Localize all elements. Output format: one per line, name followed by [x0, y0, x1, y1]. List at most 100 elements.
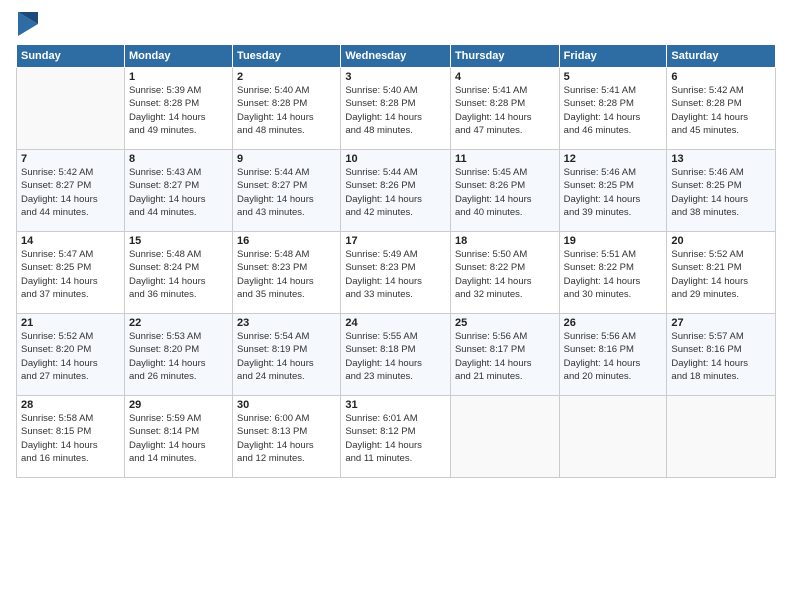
- day-number: 17: [345, 235, 446, 247]
- day-info: Sunrise: 5:56 AM Sunset: 8:17 PM Dayligh…: [455, 330, 555, 383]
- calendar-cell: 20Sunrise: 5:52 AM Sunset: 8:21 PM Dayli…: [667, 232, 776, 314]
- calendar-header-friday: Friday: [559, 45, 667, 68]
- calendar-cell: 6Sunrise: 5:42 AM Sunset: 8:28 PM Daylig…: [667, 68, 776, 150]
- calendar-cell: 7Sunrise: 5:42 AM Sunset: 8:27 PM Daylig…: [17, 150, 125, 232]
- day-number: 6: [671, 71, 771, 83]
- day-info: Sunrise: 5:52 AM Sunset: 8:20 PM Dayligh…: [21, 330, 120, 383]
- day-info: Sunrise: 5:44 AM Sunset: 8:26 PM Dayligh…: [345, 166, 446, 219]
- calendar-cell: [17, 68, 125, 150]
- day-info: Sunrise: 5:55 AM Sunset: 8:18 PM Dayligh…: [345, 330, 446, 383]
- day-number: 22: [129, 317, 228, 329]
- calendar-cell: [450, 396, 559, 478]
- calendar-cell: [667, 396, 776, 478]
- calendar-header-monday: Monday: [124, 45, 232, 68]
- day-info: Sunrise: 6:00 AM Sunset: 8:13 PM Dayligh…: [237, 412, 336, 465]
- calendar-week-row: 7Sunrise: 5:42 AM Sunset: 8:27 PM Daylig…: [17, 150, 776, 232]
- calendar-table: SundayMondayTuesdayWednesdayThursdayFrid…: [16, 44, 776, 478]
- day-info: Sunrise: 5:48 AM Sunset: 8:24 PM Dayligh…: [129, 248, 228, 301]
- day-number: 2: [237, 71, 336, 83]
- day-info: Sunrise: 5:54 AM Sunset: 8:19 PM Dayligh…: [237, 330, 336, 383]
- calendar-cell: 25Sunrise: 5:56 AM Sunset: 8:17 PM Dayli…: [450, 314, 559, 396]
- calendar-cell: 14Sunrise: 5:47 AM Sunset: 8:25 PM Dayli…: [17, 232, 125, 314]
- day-number: 9: [237, 153, 336, 165]
- day-info: Sunrise: 5:46 AM Sunset: 8:25 PM Dayligh…: [671, 166, 771, 219]
- day-info: Sunrise: 5:50 AM Sunset: 8:22 PM Dayligh…: [455, 248, 555, 301]
- day-number: 13: [671, 153, 771, 165]
- calendar-header-wednesday: Wednesday: [341, 45, 451, 68]
- calendar-cell: 28Sunrise: 5:58 AM Sunset: 8:15 PM Dayli…: [17, 396, 125, 478]
- day-info: Sunrise: 5:39 AM Sunset: 8:28 PM Dayligh…: [129, 84, 228, 137]
- calendar-week-row: 21Sunrise: 5:52 AM Sunset: 8:20 PM Dayli…: [17, 314, 776, 396]
- day-info: Sunrise: 5:56 AM Sunset: 8:16 PM Dayligh…: [564, 330, 663, 383]
- day-number: 15: [129, 235, 228, 247]
- calendar-cell: 18Sunrise: 5:50 AM Sunset: 8:22 PM Dayli…: [450, 232, 559, 314]
- day-info: Sunrise: 5:42 AM Sunset: 8:27 PM Dayligh…: [21, 166, 120, 219]
- day-number: 7: [21, 153, 120, 165]
- calendar-header-row: SundayMondayTuesdayWednesdayThursdayFrid…: [17, 45, 776, 68]
- day-info: Sunrise: 6:01 AM Sunset: 8:12 PM Dayligh…: [345, 412, 446, 465]
- logo-icon: [18, 12, 38, 36]
- day-number: 12: [564, 153, 663, 165]
- day-number: 14: [21, 235, 120, 247]
- day-number: 5: [564, 71, 663, 83]
- day-info: Sunrise: 5:46 AM Sunset: 8:25 PM Dayligh…: [564, 166, 663, 219]
- day-number: 10: [345, 153, 446, 165]
- day-number: 31: [345, 399, 446, 411]
- day-number: 11: [455, 153, 555, 165]
- calendar-cell: 1Sunrise: 5:39 AM Sunset: 8:28 PM Daylig…: [124, 68, 232, 150]
- day-info: Sunrise: 5:57 AM Sunset: 8:16 PM Dayligh…: [671, 330, 771, 383]
- calendar-week-row: 28Sunrise: 5:58 AM Sunset: 8:15 PM Dayli…: [17, 396, 776, 478]
- calendar-cell: 30Sunrise: 6:00 AM Sunset: 8:13 PM Dayli…: [233, 396, 341, 478]
- day-number: 3: [345, 71, 446, 83]
- day-info: Sunrise: 5:59 AM Sunset: 8:14 PM Dayligh…: [129, 412, 228, 465]
- day-info: Sunrise: 5:52 AM Sunset: 8:21 PM Dayligh…: [671, 248, 771, 301]
- day-number: 16: [237, 235, 336, 247]
- calendar-cell: 21Sunrise: 5:52 AM Sunset: 8:20 PM Dayli…: [17, 314, 125, 396]
- day-number: 27: [671, 317, 771, 329]
- day-number: 25: [455, 317, 555, 329]
- day-number: 4: [455, 71, 555, 83]
- calendar-cell: [559, 396, 667, 478]
- calendar-cell: 9Sunrise: 5:44 AM Sunset: 8:27 PM Daylig…: [233, 150, 341, 232]
- day-number: 30: [237, 399, 336, 411]
- day-number: 19: [564, 235, 663, 247]
- day-number: 28: [21, 399, 120, 411]
- calendar-header-sunday: Sunday: [17, 45, 125, 68]
- calendar-cell: 4Sunrise: 5:41 AM Sunset: 8:28 PM Daylig…: [450, 68, 559, 150]
- calendar-cell: 24Sunrise: 5:55 AM Sunset: 8:18 PM Dayli…: [341, 314, 451, 396]
- day-info: Sunrise: 5:47 AM Sunset: 8:25 PM Dayligh…: [21, 248, 120, 301]
- day-number: 20: [671, 235, 771, 247]
- calendar-cell: 13Sunrise: 5:46 AM Sunset: 8:25 PM Dayli…: [667, 150, 776, 232]
- calendar-header-saturday: Saturday: [667, 45, 776, 68]
- calendar-cell: 22Sunrise: 5:53 AM Sunset: 8:20 PM Dayli…: [124, 314, 232, 396]
- day-info: Sunrise: 5:43 AM Sunset: 8:27 PM Dayligh…: [129, 166, 228, 219]
- calendar-header-tuesday: Tuesday: [233, 45, 341, 68]
- day-info: Sunrise: 5:41 AM Sunset: 8:28 PM Dayligh…: [455, 84, 555, 137]
- calendar-cell: 11Sunrise: 5:45 AM Sunset: 8:26 PM Dayli…: [450, 150, 559, 232]
- calendar-cell: 3Sunrise: 5:40 AM Sunset: 8:28 PM Daylig…: [341, 68, 451, 150]
- calendar-week-row: 14Sunrise: 5:47 AM Sunset: 8:25 PM Dayli…: [17, 232, 776, 314]
- calendar-cell: 26Sunrise: 5:56 AM Sunset: 8:16 PM Dayli…: [559, 314, 667, 396]
- calendar-cell: 10Sunrise: 5:44 AM Sunset: 8:26 PM Dayli…: [341, 150, 451, 232]
- day-info: Sunrise: 5:48 AM Sunset: 8:23 PM Dayligh…: [237, 248, 336, 301]
- page-header: [16, 12, 776, 36]
- calendar-cell: 8Sunrise: 5:43 AM Sunset: 8:27 PM Daylig…: [124, 150, 232, 232]
- calendar-cell: 27Sunrise: 5:57 AM Sunset: 8:16 PM Dayli…: [667, 314, 776, 396]
- day-info: Sunrise: 5:41 AM Sunset: 8:28 PM Dayligh…: [564, 84, 663, 137]
- day-info: Sunrise: 5:45 AM Sunset: 8:26 PM Dayligh…: [455, 166, 555, 219]
- day-number: 26: [564, 317, 663, 329]
- day-number: 21: [21, 317, 120, 329]
- day-number: 1: [129, 71, 228, 83]
- day-info: Sunrise: 5:51 AM Sunset: 8:22 PM Dayligh…: [564, 248, 663, 301]
- calendar-cell: 12Sunrise: 5:46 AM Sunset: 8:25 PM Dayli…: [559, 150, 667, 232]
- calendar-cell: 29Sunrise: 5:59 AM Sunset: 8:14 PM Dayli…: [124, 396, 232, 478]
- day-info: Sunrise: 5:53 AM Sunset: 8:20 PM Dayligh…: [129, 330, 228, 383]
- calendar-cell: 17Sunrise: 5:49 AM Sunset: 8:23 PM Dayli…: [341, 232, 451, 314]
- day-number: 29: [129, 399, 228, 411]
- calendar-header-thursday: Thursday: [450, 45, 559, 68]
- day-number: 23: [237, 317, 336, 329]
- calendar-cell: 19Sunrise: 5:51 AM Sunset: 8:22 PM Dayli…: [559, 232, 667, 314]
- day-info: Sunrise: 5:40 AM Sunset: 8:28 PM Dayligh…: [345, 84, 446, 137]
- logo: [16, 12, 38, 36]
- day-number: 18: [455, 235, 555, 247]
